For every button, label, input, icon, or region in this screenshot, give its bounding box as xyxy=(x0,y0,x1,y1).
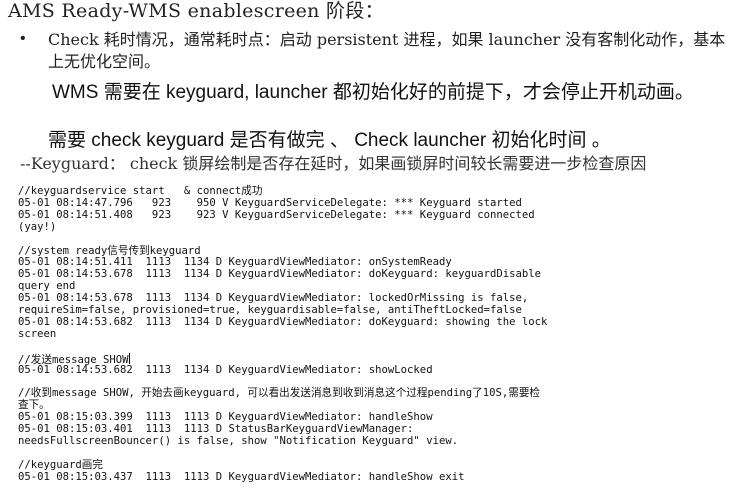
text-cursor xyxy=(129,352,131,364)
log-line: 05-01 08:14:53.678 1113 1134 D KeyguardV… xyxy=(18,268,541,281)
log-line: needsFullscreenBouncer() is false, show … xyxy=(18,435,459,448)
log-line: 05-01 08:14:51.408 923 923 V KeyguardSer… xyxy=(18,208,535,221)
log-comment: //收到message SHOW, 开始去画keyguard, 可以看出发送消息… xyxy=(18,387,541,400)
log-line: 05-01 08:14:53.682 1113 1134 D KeyguardV… xyxy=(18,363,433,376)
bullet-text: Check 耗时情况，通常耗时点：启动 persistent 进程，如果 lau… xyxy=(48,30,726,71)
log-line: (yay!) xyxy=(18,220,57,233)
bullet-marker: • xyxy=(20,30,26,47)
log-line: screen xyxy=(18,327,57,340)
log-comment: //发送message SHOW xyxy=(18,352,738,366)
log-spacer xyxy=(18,448,738,460)
log-spacer xyxy=(18,341,738,353)
wms-statement: WMS 需要在 keyguard, launcher 都初始化好的前提下，才会停… xyxy=(52,82,694,103)
page-title: AMS Ready-WMS enablescreen 阶段： xyxy=(8,0,384,22)
log-line: 05-01 08:14:47.796 923 950 V KeyguardSer… xyxy=(18,196,522,209)
log-excerpt: //keyguardservice start & connect成功 05-0… xyxy=(18,185,738,484)
check-statement: 需要 check keyguard 是否有做完 、 Check launcher… xyxy=(48,130,611,151)
log-spacer xyxy=(18,234,738,246)
keyguard-note: --Keyguard： check 锁屏绘制是否存在延时，如果画锁屏时间较长需要… xyxy=(20,154,647,173)
log-line: 05-01 08:15:03.437 1113 1113 D KeyguardV… xyxy=(18,470,465,483)
log-line: 05-01 08:14:53.682 1113 1134 D KeyguardV… xyxy=(18,315,548,328)
